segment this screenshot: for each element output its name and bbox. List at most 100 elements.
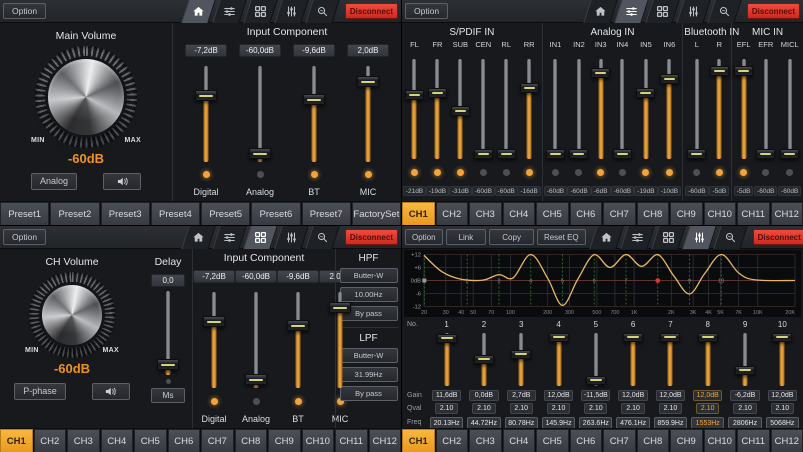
channel-tab-ch5[interactable]: CH5 (536, 202, 569, 225)
channel-tab-ch6[interactable]: CH6 (570, 429, 603, 452)
nav-tab-grid[interactable] (243, 226, 277, 249)
preset-tab-preset1[interactable]: Preset1 (0, 202, 49, 225)
fader-handle[interactable] (329, 302, 351, 313)
fader-handle[interactable] (511, 350, 531, 359)
band-marker[interactable]: 6 (593, 279, 596, 285)
channel-tab-ch11[interactable]: CH11 (335, 429, 368, 452)
delay-value[interactable]: 0,0 (151, 274, 185, 287)
channel-tab-ch3[interactable]: CH3 (469, 429, 502, 452)
band-q-value[interactable]: 2.10 (547, 403, 570, 414)
nav-tab-magnifier[interactable] (713, 226, 747, 249)
channel-tab-ch2[interactable]: CH2 (436, 429, 469, 452)
fader-handle[interactable] (734, 66, 753, 76)
fader-handle[interactable] (591, 68, 610, 78)
band-marker[interactable]: 2 (466, 279, 469, 285)
fader-handle[interactable] (405, 90, 424, 100)
band-q-value[interactable]: 2.10 (472, 403, 495, 414)
fader-handle[interactable] (195, 90, 217, 101)
channel-tab-ch3[interactable]: CH3 (67, 429, 100, 452)
fader-track[interactable] (577, 59, 581, 159)
fader-track[interactable] (553, 59, 557, 159)
fader-track[interactable] (764, 59, 768, 159)
band-gain-value[interactable]: 12,0dB (693, 390, 722, 401)
fader-handle[interactable] (636, 88, 655, 98)
ch-volume-knob[interactable]: MIN MAX (29, 272, 115, 358)
fader-handle[interactable] (451, 106, 470, 116)
hpf-type-button[interactable]: Butter-W (340, 268, 398, 283)
band-gain-value[interactable]: 12,0dB (656, 390, 685, 401)
option-button[interactable]: Option (405, 229, 443, 245)
nav-tab-grid[interactable] (651, 226, 685, 249)
option-button[interactable]: Option (3, 3, 46, 19)
band-q-value[interactable]: 2.10 (733, 403, 756, 414)
channel-tab-ch9[interactable]: CH9 (670, 202, 703, 225)
channel-tab-ch12[interactable]: CH12 (369, 429, 402, 452)
fader-value[interactable]: 2,0dB (347, 44, 389, 57)
band-q-value[interactable]: 2.10 (771, 403, 794, 414)
fader-track[interactable] (481, 59, 485, 159)
fader-handle[interactable] (546, 149, 565, 159)
channel-tab-ch3[interactable]: CH3 (469, 202, 502, 225)
band-freq-button[interactable]: 859.9Hz (654, 417, 687, 429)
reset-eq-button[interactable]: Reset EQ (537, 229, 586, 245)
channel-tab-ch8[interactable]: CH8 (235, 429, 268, 452)
channel-tab-ch7[interactable]: CH7 (201, 429, 234, 452)
preset-tab-preset6[interactable]: Preset6 (251, 202, 300, 225)
main-volume-knob[interactable]: MIN MAX (35, 46, 137, 148)
preset-tab-preset4[interactable]: Preset4 (151, 202, 200, 225)
delay-unit-button[interactable]: Ms (151, 388, 185, 403)
disconnect-button[interactable]: Disconnect (747, 3, 800, 19)
fader-handle[interactable] (520, 83, 539, 93)
channel-tab-ch1[interactable]: CH1 (0, 429, 33, 452)
channel-tab-ch12[interactable]: CH12 (771, 202, 803, 225)
channel-tab-ch5[interactable]: CH5 (134, 429, 167, 452)
nav-tab-mixer[interactable] (212, 226, 246, 249)
fader-handle[interactable] (437, 334, 457, 343)
channel-tab-ch6[interactable]: CH6 (168, 429, 201, 452)
nav-tab-mixer[interactable] (620, 226, 654, 249)
fader-handle[interactable] (474, 355, 494, 364)
band-q-value[interactable]: 2.10 (584, 403, 607, 414)
option-button[interactable]: Option (405, 3, 448, 19)
eq-response-chart[interactable]: +12+60dB-6-1220304050701002003005007001K… (404, 250, 801, 317)
nav-tab-magnifier[interactable] (707, 0, 741, 23)
band-q-value[interactable]: 2.10 (510, 403, 533, 414)
fader-handle[interactable] (303, 94, 325, 105)
fader-handle[interactable] (772, 333, 792, 342)
preset-tab-factoryset[interactable]: FactorySet (352, 202, 401, 225)
band-freq-button[interactable]: 20.13Hz (430, 417, 463, 429)
disconnect-button[interactable]: Disconnect (753, 229, 803, 245)
nav-tab-home[interactable] (181, 226, 215, 249)
channel-tab-ch1[interactable]: CH1 (402, 202, 435, 225)
fader-value[interactable]: -9,6dB (293, 44, 335, 57)
band-gain-value[interactable]: 12,0dB (544, 390, 573, 401)
mute-button[interactable] (103, 173, 141, 190)
fader-handle[interactable] (287, 320, 309, 331)
fader-value[interactable]: -60,0dB (239, 44, 281, 57)
band-gain-value[interactable]: -6,2dB (730, 390, 759, 401)
band-marker[interactable]: 5 (561, 279, 564, 285)
fader-handle[interactable] (735, 366, 755, 375)
preset-tab-preset3[interactable]: Preset3 (101, 202, 150, 225)
channel-tab-ch10[interactable]: CH10 (704, 429, 737, 452)
band-marker[interactable]: 10 (718, 279, 724, 285)
fader-handle[interactable] (497, 149, 516, 159)
channel-tab-ch4[interactable]: CH4 (503, 202, 536, 225)
channel-tab-ch10[interactable]: CH10 (704, 202, 737, 225)
option-button[interactable]: Option (3, 229, 46, 245)
band-gain-value[interactable]: 2,7dB (507, 390, 536, 401)
band-marker[interactable]: 9 (688, 279, 691, 285)
knob-face[interactable] (45, 56, 127, 138)
band-marker[interactable] (422, 279, 426, 283)
fader-track[interactable] (504, 59, 508, 159)
nav-tab-mixer[interactable] (614, 0, 648, 23)
fader-value[interactable]: -7,2dB (185, 44, 227, 57)
fader-track[interactable] (695, 59, 699, 159)
fader-handle[interactable] (203, 316, 225, 327)
channel-tab-ch9[interactable]: CH9 (670, 429, 703, 452)
fader-handle[interactable] (549, 333, 569, 342)
link-button[interactable]: Link (446, 229, 487, 245)
nav-tab-faders[interactable] (682, 226, 716, 249)
nav-tab-faders[interactable] (274, 226, 308, 249)
fader-handle[interactable] (428, 88, 447, 98)
